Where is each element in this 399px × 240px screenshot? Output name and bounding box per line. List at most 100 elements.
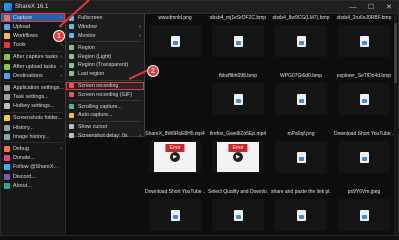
- image-file-icon: [170, 209, 180, 221]
- file-thumbnail[interactable]: ▶ Error: [212, 141, 264, 173]
- menu-item-region-transparent[interactable]: Region (Transparent): [66, 61, 144, 70]
- file-thumbnail[interactable]: [275, 25, 327, 57]
- file-item[interactable]: wwudmnld.png: [145, 15, 205, 57]
- menu-item-label: Screen recording: [78, 82, 119, 89]
- file-thumbnail[interactable]: [338, 25, 390, 57]
- file-item[interactable]: sbsb4_mj1eSrDF2C.bmp: [208, 15, 268, 57]
- chevron-right-icon: ›: [60, 14, 62, 21]
- file-item[interactable]: ps9Y6Vm.jpeg: [334, 189, 394, 231]
- chevron-right-icon: ›: [60, 42, 62, 49]
- sidebar-item-debug[interactable]: Debug ›: [1, 144, 65, 153]
- auto-capture-icon: [69, 112, 74, 118]
- menu-item-region-light[interactable]: Region (Light): [66, 52, 144, 61]
- sidebar-item-follow-sharex[interactable]: Follow @ShareX...: [1, 163, 65, 172]
- annotation-badge-1: 1: [53, 30, 65, 42]
- file-item[interactable]: Select Quality and Downlo...: [208, 189, 268, 231]
- menu-item-monitor[interactable]: Monitor ›: [66, 32, 144, 41]
- scrollbar[interactable]: [394, 13, 397, 235]
- file-item[interactable]: explorer_SeTlDo4d.bmp: [334, 73, 394, 115]
- file-thumbnail[interactable]: [338, 83, 390, 115]
- file-name: Download Short YouTube ...: [334, 131, 394, 137]
- image-file-icon: [296, 35, 306, 47]
- file-item[interactable]: ShareX_8W6RsE8H5.mp4 ▶ Error: [145, 131, 205, 173]
- workflows-icon: [4, 32, 10, 39]
- file-thumbnail[interactable]: [149, 199, 201, 231]
- menu-item-label: Fullscreen: [78, 15, 103, 22]
- sidebar-item-about[interactable]: About...: [1, 181, 65, 190]
- sidebar-item-label: Tools: [13, 42, 26, 49]
- annotation-badge-2: 2: [147, 65, 159, 77]
- chevron-right-icon: ›: [60, 146, 62, 153]
- sidebar-item-destinations[interactable]: Destinations ›: [1, 71, 65, 80]
- file-thumbnail[interactable]: ▶ Error: [149, 141, 201, 173]
- file-item[interactable]: share and paste the link pl...: [271, 189, 331, 231]
- file-item[interactable]: Download Short YouTube ...: [145, 189, 205, 231]
- history-icon: [4, 124, 10, 131]
- menu-item-screen-recording[interactable]: Screen recording: [66, 81, 144, 91]
- file-thumbnail[interactable]: [212, 83, 264, 115]
- file-item[interactable]: fbksfflbh098.bmp: [208, 73, 268, 115]
- file-item[interactable]: sbsb4_8w9CG(LM7).bmp: [271, 15, 331, 57]
- file-thumbnail[interactable]: [212, 199, 264, 231]
- file-name: firefox_Gwe8iZo5Ep.mp4: [209, 131, 267, 137]
- sidebar-item-label: Capture: [13, 14, 33, 21]
- chevron-right-icon: ›: [60, 63, 62, 70]
- menu-item-screenshot-delay-0s[interactable]: Screenshot delay: 0s ›: [66, 132, 144, 141]
- file-thumbnail[interactable]: [275, 199, 327, 231]
- file-thumbnail[interactable]: [212, 25, 264, 57]
- menu-item-window[interactable]: Window ›: [66, 23, 144, 32]
- maximize-button[interactable]: ☐: [362, 1, 380, 13]
- sidebar-item-after-capture-tasks[interactable]: After capture tasks ›: [1, 53, 65, 62]
- monitor-icon: [69, 33, 74, 39]
- file-item[interactable]: Download Short YouTube ...: [334, 131, 394, 173]
- menu-item-auto-capture[interactable]: Auto capture...: [66, 111, 144, 120]
- menu-item-label: Region (Light): [78, 53, 112, 60]
- sidebar-item-history[interactable]: History...: [1, 123, 65, 132]
- sidebar-item-capture[interactable]: Capture ›: [1, 13, 65, 23]
- file-thumbnail[interactable]: [149, 25, 201, 57]
- menu-item-region[interactable]: Region: [66, 43, 144, 52]
- image-file-icon: [296, 209, 306, 221]
- file-thumbnail[interactable]: [338, 199, 390, 231]
- close-button[interactable]: ✕: [380, 1, 398, 13]
- image-file-icon: [359, 209, 369, 221]
- file-thumbnail[interactable]: [275, 141, 327, 173]
- destinations-icon: [4, 72, 10, 79]
- menu-item-label: Window: [78, 24, 97, 31]
- sidebar-item-image-history[interactable]: Image history...: [1, 132, 65, 141]
- sidebar-item-screenshots-folder[interactable]: Screenshots folder...: [1, 114, 65, 123]
- play-icon: ▶: [233, 152, 243, 162]
- sidebar-item-after-upload-tasks[interactable]: After upload tasks ›: [1, 62, 65, 71]
- file-thumbnail[interactable]: [275, 83, 327, 115]
- file-item[interactable]: mPa0qf.png: [271, 131, 331, 173]
- file-item[interactable]: WPG07Gi6d0.bmp: [271, 73, 331, 115]
- minimize-button[interactable]: —: [344, 1, 362, 13]
- sidebar-item-application-settings[interactable]: Application settings...: [1, 83, 65, 92]
- window-title: ShareX 16.1: [15, 4, 49, 10]
- sidebar-item-label: Donate...: [13, 155, 35, 162]
- file-item[interactable]: firefox_Gwe8iZo5Ep.mp4 ▶ Error: [208, 131, 268, 173]
- file-name: sbsb4_8w9CG(LM7).bmp: [272, 15, 330, 21]
- sidebar-item-label: Hotkey settings...: [13, 103, 55, 110]
- debug-icon: [4, 146, 10, 153]
- sidebar-item-task-settings[interactable]: Task settings...: [1, 93, 65, 102]
- menu-divider: [68, 100, 142, 102]
- file-item[interactable]: sbsb4_2ru6oJ0RBF.bmp: [334, 15, 394, 57]
- scrollbar-thumb[interactable]: [394, 23, 397, 83]
- delay-icon: [69, 133, 74, 139]
- menu-item-screen-recording-gif[interactable]: Screen recording (GIF): [66, 90, 144, 99]
- sidebar-item-donate[interactable]: Donate...: [1, 154, 65, 163]
- after-capture-icon: [4, 54, 10, 61]
- menu-item-show-cursor[interactable]: Show cursor: [66, 123, 144, 132]
- chevron-right-icon: ›: [139, 132, 141, 139]
- menu-item-fullscreen[interactable]: Fullscreen: [66, 14, 144, 23]
- file-thumbnail[interactable]: [338, 141, 390, 173]
- menu-item-scrolling-capture[interactable]: Scrolling capture...: [66, 102, 144, 111]
- sharex-logo-icon: [4, 3, 12, 11]
- cursor-icon: [69, 124, 74, 130]
- capture-icon: [4, 14, 10, 21]
- image-file-icon: [359, 35, 369, 47]
- sidebar-item-tools[interactable]: Tools ›: [1, 41, 65, 50]
- sidebar-item-hotkey-settings[interactable]: Hotkey settings...: [1, 102, 65, 111]
- sidebar-item-discord[interactable]: Discord...: [1, 172, 65, 181]
